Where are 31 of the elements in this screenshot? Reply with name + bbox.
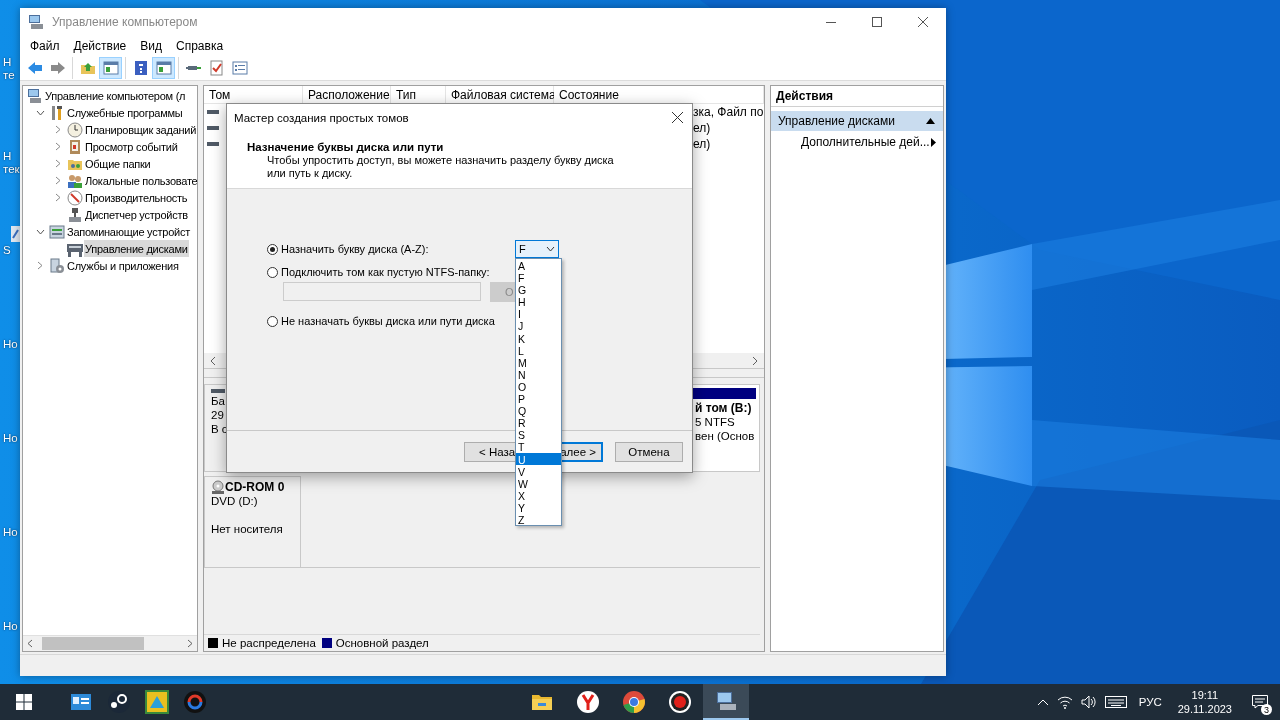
option-label: Подключить том как пустую NTFS-папку: bbox=[281, 266, 490, 278]
dialog-title: Мастер создания простых томов bbox=[234, 111, 409, 124]
disk-info: 29 bbox=[211, 408, 225, 422]
partition-info: вен (Основ bbox=[695, 429, 756, 443]
legend-label: Не распределена bbox=[222, 637, 316, 649]
disk-title: CD-ROM 0 bbox=[225, 480, 285, 494]
desktop-icon-label: Но bbox=[2, 338, 19, 351]
desktop-icon-label: Н bbox=[2, 56, 13, 69]
disk-info: DVD (D:) bbox=[211, 494, 259, 508]
partition-name: й том (B:) bbox=[695, 401, 753, 415]
option-label: Назначить букву диска (A-Z): bbox=[281, 243, 430, 255]
disk-info: Ба bbox=[211, 394, 226, 408]
desktop-icon-label: S bbox=[2, 244, 12, 257]
table-cell: ел) bbox=[693, 137, 711, 151]
desktop-icon-label: Но bbox=[2, 620, 19, 633]
desktop-icon-label: Но bbox=[2, 526, 19, 539]
desktop-icon-label: Но bbox=[2, 432, 19, 445]
step-heading: Назначение буквы диска или пути bbox=[247, 141, 445, 153]
option-label: Не назначать буквы диска или пути диска bbox=[281, 315, 495, 327]
desktop-icon-label: Н bbox=[2, 150, 13, 163]
table-cell: ел) bbox=[693, 121, 711, 135]
partition-info: 5 NTFS bbox=[695, 415, 736, 429]
desktop-icon-label: тек bbox=[2, 163, 20, 176]
actions-title: Действия bbox=[771, 86, 943, 107]
step-description: Чтобы упростить доступ, вы можете назначить разделу букву диска или путь к диску. bbox=[267, 154, 615, 180]
notification-count: 3 bbox=[1261, 704, 1272, 715]
legend-label: Основной раздел bbox=[335, 637, 429, 649]
desktop-icon-label: те bbox=[2, 69, 16, 82]
table-cell: зка, Файл по bbox=[693, 105, 764, 119]
window-title: Управление компьютером bbox=[52, 15, 199, 29]
disk-status: Нет носителя bbox=[211, 522, 284, 536]
